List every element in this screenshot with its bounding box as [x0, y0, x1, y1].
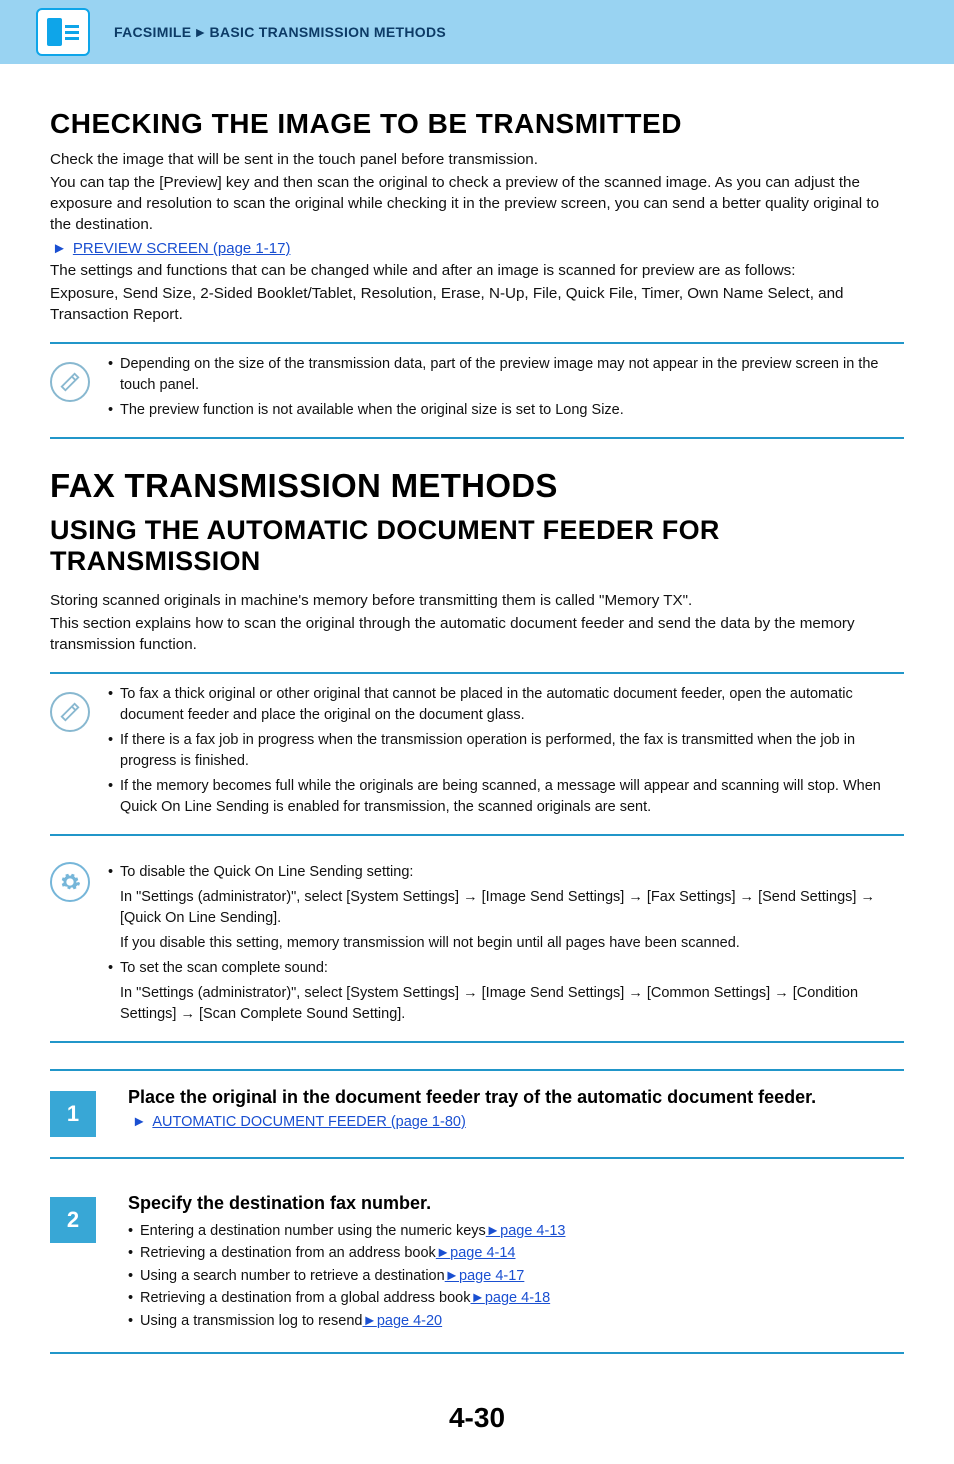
pencil-note-icon: [50, 692, 90, 732]
list-item: Retrieving a destination from an address…: [128, 1242, 904, 1264]
list-item: Entering a destination number using the …: [128, 1220, 904, 1242]
page-link[interactable]: ►page 4-13: [486, 1223, 566, 1239]
gear-note-icon: [50, 862, 90, 902]
step-1: 1 Place the original in the document fee…: [50, 1069, 904, 1159]
arrow-icon: ►: [362, 1313, 376, 1329]
note-block: Depending on the size of the transmissio…: [50, 342, 904, 439]
heading-fax-methods: FAX TRANSMISSION METHODS: [50, 467, 904, 505]
link-row: ► AUTOMATIC DOCUMENT FEEDER (page 1-80): [128, 1114, 904, 1130]
breadcrumb: FACSIMILE►BASIC TRANSMISSION METHODS: [114, 24, 446, 40]
breadcrumb-arrow-icon: ►: [193, 24, 207, 40]
step-number-badge: 2: [50, 1197, 96, 1243]
note-bullet: To fax a thick original or other origina…: [108, 684, 904, 726]
body-text: Exposure, Send Size, 2-Sided Booklet/Tab…: [50, 284, 904, 326]
note-block-settings: To disable the Quick On Line Sending set…: [50, 852, 904, 1043]
step-number-badge: 1: [50, 1091, 96, 1137]
note-block: To fax a thick original or other origina…: [50, 672, 904, 836]
note-subline: In "Settings (administrator)", select [S…: [120, 887, 904, 929]
step-title: Place the original in the document feede…: [128, 1087, 904, 1108]
arrow-icon: ►: [445, 1268, 459, 1284]
heading-check-image: CHECKING THE IMAGE TO BE TRANSMITTED: [50, 108, 904, 140]
breadcrumb-section: FACSIMILE: [114, 24, 191, 40]
arrow-icon: ►: [132, 1114, 146, 1130]
note-bullet: If the memory becomes full while the ori…: [108, 776, 904, 818]
body-text: You can tap the [Preview] key and then s…: [50, 173, 904, 236]
page-link[interactable]: ►page 4-14: [436, 1245, 516, 1261]
note-bullet: To disable the Quick On Line Sending set…: [108, 862, 904, 883]
arrow-icon: ►: [436, 1245, 450, 1261]
body-text: This section explains how to scan the or…: [50, 614, 904, 656]
arrow-icon: ►: [486, 1223, 500, 1239]
page-link[interactable]: ►page 4-20: [362, 1313, 442, 1329]
body-text: Check the image that will be sent in the…: [50, 150, 904, 171]
note-subline: If you disable this setting, memory tran…: [120, 933, 904, 954]
page-link[interactable]: ►page 4-18: [470, 1290, 550, 1306]
heading-adf: USING THE AUTOMATIC DOCUMENT FEEDER FOR …: [50, 515, 904, 577]
arrow-icon: ►: [52, 240, 67, 257]
body-text: The settings and functions that can be c…: [50, 261, 904, 282]
body-text: Storing scanned originals in machine's m…: [50, 591, 904, 612]
link-row: ► PREVIEW SCREEN (page 1-17): [50, 240, 904, 257]
list-item: Using a search number to retrieve a dest…: [128, 1265, 904, 1287]
step-2: 2 Specify the destination fax number. En…: [50, 1177, 904, 1354]
page-link[interactable]: ►page 4-17: [445, 1268, 525, 1284]
step-2-list: Entering a destination number using the …: [128, 1220, 904, 1332]
arrow-icon: ►: [470, 1290, 484, 1306]
link-adf[interactable]: AUTOMATIC DOCUMENT FEEDER (page 1-80): [152, 1114, 465, 1130]
page-number: 4-30: [50, 1402, 904, 1434]
step-title: Specify the destination fax number.: [128, 1193, 904, 1214]
breadcrumb-subsection: BASIC TRANSMISSION METHODS: [210, 24, 446, 40]
note-subline: In "Settings (administrator)", select [S…: [120, 983, 904, 1025]
note-bullet: If there is a fax job in progress when t…: [108, 730, 904, 772]
note-bullet: The preview function is not available wh…: [108, 400, 904, 421]
note-bullet: Depending on the size of the transmissio…: [108, 354, 904, 396]
pencil-note-icon: [50, 362, 90, 402]
page-header: FACSIMILE►BASIC TRANSMISSION METHODS: [0, 0, 954, 64]
link-preview-screen[interactable]: PREVIEW SCREEN (page 1-17): [73, 240, 291, 257]
note-bullet: To set the scan complete sound:: [108, 958, 904, 979]
header-fax-icon: [36, 8, 90, 56]
list-item: Using a transmission log to resend►page …: [128, 1310, 904, 1332]
list-item: Retrieving a destination from a global a…: [128, 1287, 904, 1309]
